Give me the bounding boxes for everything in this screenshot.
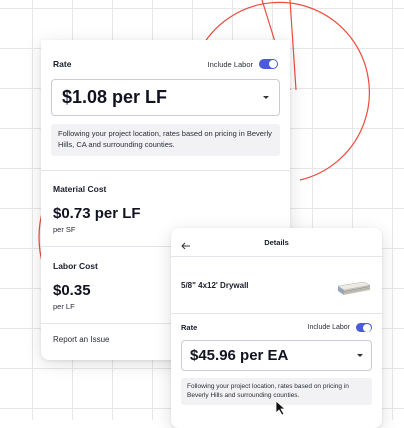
details-title: Details: [264, 237, 289, 247]
details-rate-header: Rate Include Labor: [171, 314, 382, 332]
details-rate-select[interactable]: $45.96 per EA: [181, 340, 372, 371]
include-labor-label: Include Labor: [207, 59, 253, 69]
material-cost-value: $0.73 per LF: [53, 204, 141, 222]
rate-label: Rate: [53, 59, 72, 69]
mouse-cursor-icon: [275, 400, 287, 416]
drywall-image: [337, 281, 371, 295]
product-name: 5/8" 4x12' Drywall: [181, 280, 249, 290]
include-labor: Include Labor: [208, 59, 278, 69]
chevron-down-icon: [357, 354, 363, 357]
include-labor-toggle[interactable]: [259, 59, 278, 69]
material-cost-section: Material Cost $0.73 per LF per SF: [41, 171, 290, 234]
details-rate-value: $45.96 per EA: [190, 347, 289, 364]
rate-header: Rate Include Labor: [41, 40, 290, 69]
product-row: 5/8" 4x12' Drywall: [171, 257, 382, 313]
details-card: Details 5/8" 4x12' Drywall Rate Include …: [171, 228, 382, 428]
details-include-labor: Include Labor: [308, 323, 372, 332]
chevron-down-icon: [263, 96, 269, 99]
material-cost-label: Material Cost: [53, 183, 107, 194]
rate-select[interactable]: $1.08 per LF: [51, 79, 280, 116]
rate-value: $1.08 per LF: [62, 87, 168, 107]
details-include-labor-toggle[interactable]: [356, 323, 372, 332]
arrow-left-icon[interactable]: [181, 237, 195, 250]
details-header: Details: [171, 228, 382, 256]
details-include-labor-label: Include Labor: [307, 324, 350, 331]
rate-note: Following your project location, rates b…: [51, 124, 280, 156]
details-rate-label: Rate: [181, 323, 198, 332]
